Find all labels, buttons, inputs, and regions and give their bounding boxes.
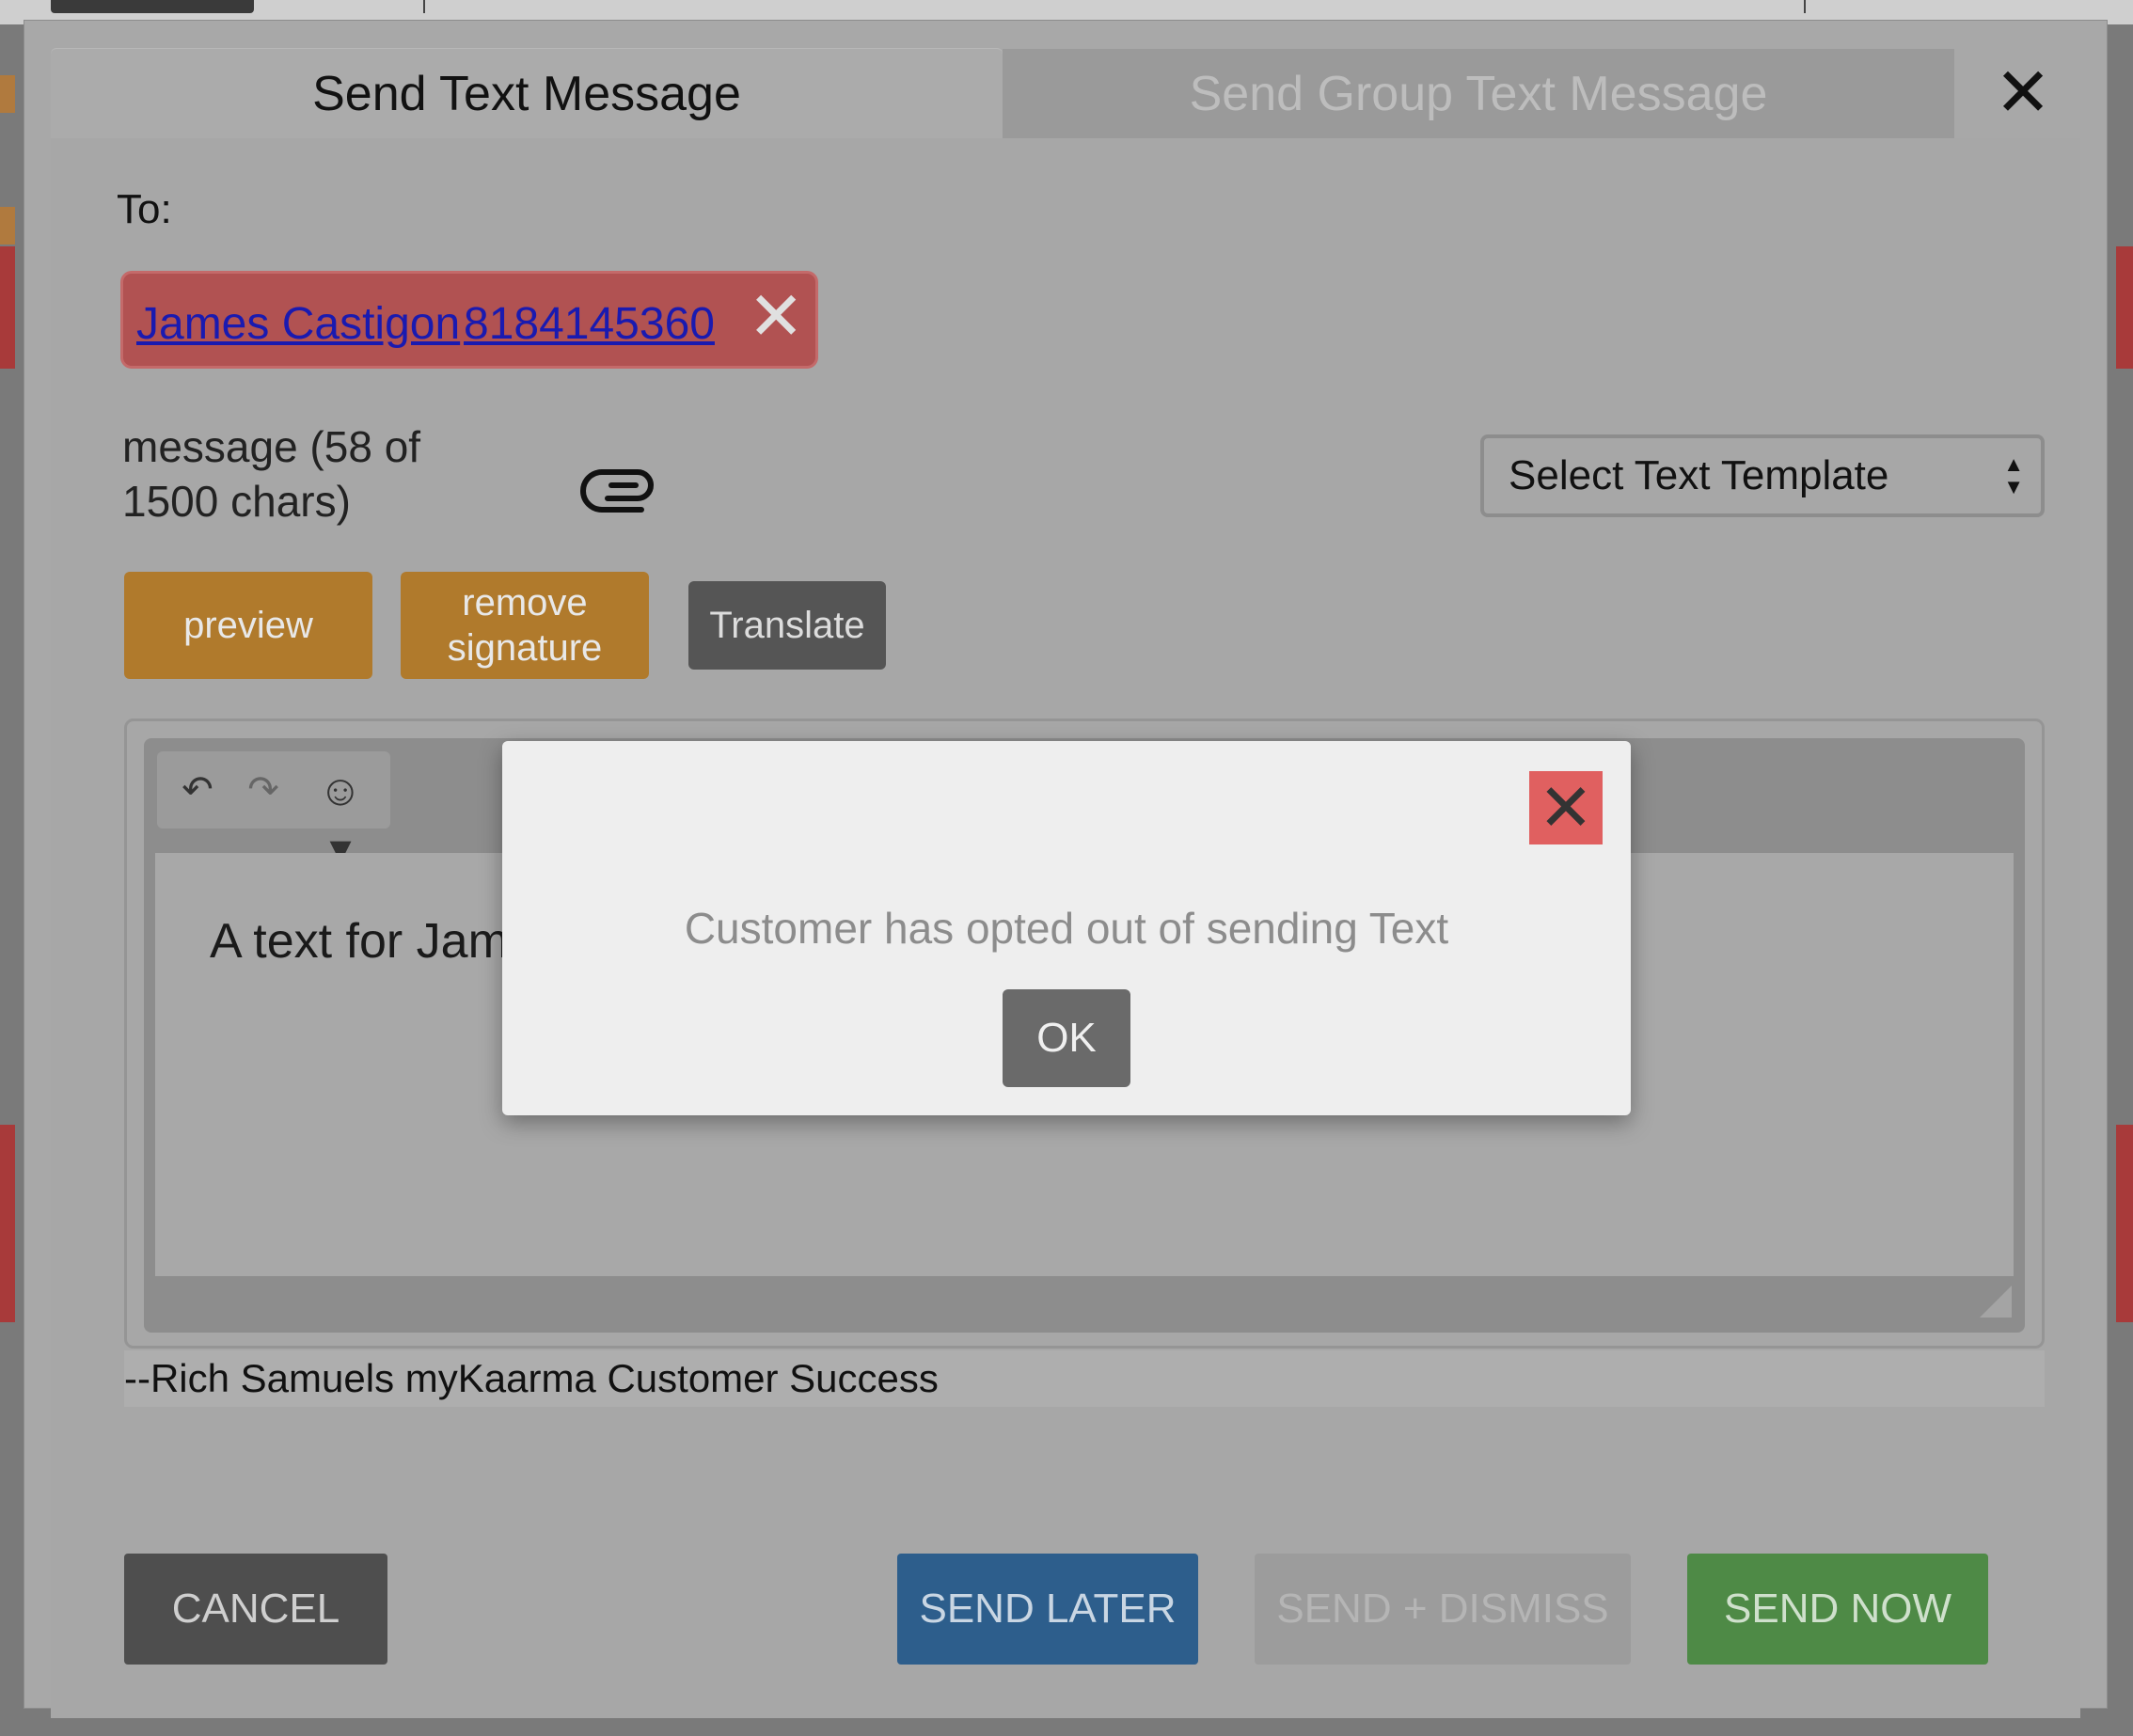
to-label: To: xyxy=(117,186,172,232)
close-icon[interactable]: ✕ xyxy=(1990,59,2056,127)
background-right-row xyxy=(2116,1125,2133,1322)
background-left-row xyxy=(0,246,15,369)
recipient-name-link[interactable]: James Castigon xyxy=(136,298,460,350)
tab-send-text-message[interactable]: Send Text Message xyxy=(51,49,1003,138)
background-left-tab xyxy=(0,75,15,113)
emoji-icon[interactable]: ☺▾ xyxy=(308,761,373,873)
undo-icon[interactable]: ↶ xyxy=(174,761,221,819)
send-later-button[interactable]: SEND LATER xyxy=(897,1554,1198,1665)
select-arrows-icon: ▲ ▼ xyxy=(2003,452,2024,498)
recipient-chip: James Castigon 8184145360 ✕ xyxy=(120,271,818,369)
redo-icon[interactable]: ↷ xyxy=(240,761,287,819)
close-icon[interactable]: ✕ xyxy=(1529,771,1603,844)
text-template-select[interactable]: Select Text Template ▲ ▼ xyxy=(1480,434,2045,517)
background-left-row xyxy=(0,1125,15,1322)
signature-text: --Rich Samuels myKaarma Customer Success xyxy=(124,1350,2045,1407)
template-select-value: Select Text Template xyxy=(1509,452,1889,498)
editor-toolbar: ↶ ↷ ☺▾ xyxy=(157,751,390,873)
send-dismiss-button: SEND + DISMISS xyxy=(1255,1554,1631,1665)
background-right-row xyxy=(2116,246,2133,369)
close-icon[interactable]: ✕ xyxy=(748,279,804,355)
ok-button[interactable]: OK xyxy=(1003,989,1130,1087)
alert-message: Customer has opted out of sending Text xyxy=(684,904,1449,953)
message-char-count: message (58 of 1500 chars) xyxy=(122,422,421,526)
background-search-bar xyxy=(423,0,1806,13)
remove-signature-button[interactable]: remove signature xyxy=(401,572,649,679)
translate-button[interactable]: Translate xyxy=(688,581,886,670)
send-now-button[interactable]: SEND NOW xyxy=(1687,1554,1988,1665)
message-text: A text for Jame xyxy=(210,914,536,969)
background-back-button xyxy=(51,0,254,13)
preview-button[interactable]: preview xyxy=(124,572,372,679)
tab-send-group-text-message[interactable]: Send Group Text Message xyxy=(1003,49,1954,138)
dialog-tabs: Send Text Message Send Group Text Messag… xyxy=(51,49,2080,138)
background-left-tab xyxy=(0,207,15,245)
cancel-button[interactable]: CANCEL xyxy=(124,1554,387,1665)
paperclip-icon[interactable] xyxy=(579,457,656,513)
recipient-phone-link[interactable]: 8184145360 xyxy=(464,298,715,350)
resize-grip-icon[interactable] xyxy=(1980,1286,2012,1318)
opt-out-alert: ✕ Customer has opted out of sending Text… xyxy=(502,741,1631,1115)
